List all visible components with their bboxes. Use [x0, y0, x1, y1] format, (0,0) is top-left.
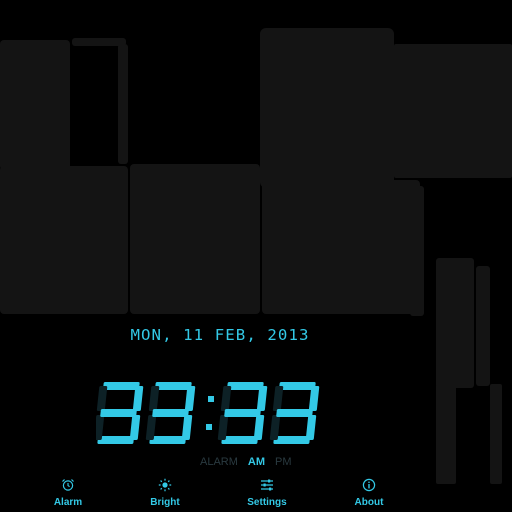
- alarm-ampm-indicator: ALARM AM PM: [200, 456, 310, 468]
- alarm-button[interactable]: Alarm: [28, 476, 108, 508]
- digit-3-segment-g: [276, 409, 313, 417]
- alarm-label: Alarm: [53, 497, 83, 508]
- digit-1-segment-g: [152, 409, 189, 417]
- date-display: MON, 11 FEB, 2013: [130, 326, 310, 344]
- alarm-indicator: ALARM: [200, 456, 238, 468]
- about-button[interactable]: About: [329, 476, 409, 508]
- digit-2-segment-g: [224, 409, 261, 417]
- pm-indicator: PM: [275, 456, 292, 468]
- time-colon: [206, 396, 214, 430]
- digit-0-segment-d: [97, 436, 134, 444]
- sun-icon: [158, 478, 172, 492]
- settings-button[interactable]: Settings: [227, 476, 307, 508]
- about-label: About: [354, 497, 384, 508]
- digit-2-segment-a: [227, 382, 264, 390]
- info-icon: [362, 478, 376, 492]
- digit-0-segment-g: [100, 409, 137, 417]
- digit-3-segment-a: [279, 382, 316, 390]
- digital-time-display: [96, 382, 320, 444]
- digit-1-segment-a: [155, 382, 192, 390]
- alarm-clock-icon: [62, 479, 74, 491]
- digit-2-segment-d: [221, 436, 258, 444]
- bright-button[interactable]: Bright: [125, 476, 205, 508]
- settings-label: Settings: [247, 497, 287, 508]
- digit-3-segment-f: [272, 386, 284, 411]
- bottom-toolbar: Alarm Bright Settings About: [0, 476, 512, 512]
- digit-1-segment-d: [149, 436, 186, 444]
- digit-0-segment-a: [103, 382, 140, 390]
- am-indicator: AM: [247, 456, 266, 468]
- sliders-icon: [261, 479, 273, 491]
- bright-label: Bright: [150, 497, 180, 508]
- digit-3-segment-d: [273, 436, 310, 444]
- digit-1-segment-f: [148, 386, 160, 411]
- digit-2-segment-f: [220, 386, 232, 411]
